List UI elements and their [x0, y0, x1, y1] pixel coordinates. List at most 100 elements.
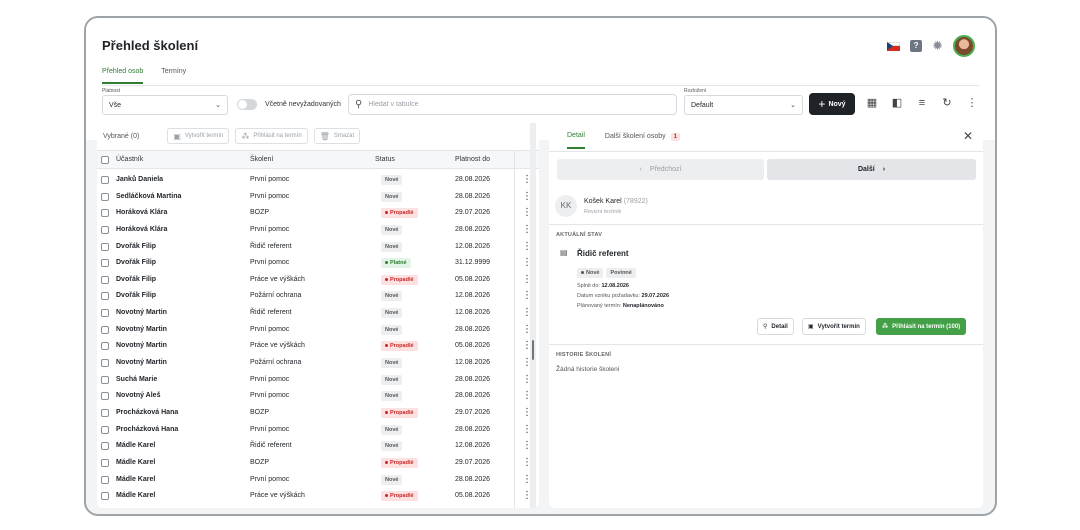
- table-row[interactable]: Novotný Martin První pomoc Nové 28.08.2026 ⋮: [97, 322, 539, 339]
- select-all-checkbox[interactable]: [101, 156, 109, 164]
- create-term-button[interactable]: ▣ Vytvořit termín: [167, 128, 230, 144]
- chevron-right-icon: ›: [882, 166, 886, 173]
- filter-icon[interactable]: ≡: [916, 96, 928, 110]
- new-button[interactable]: + Nový: [809, 93, 855, 115]
- table-row[interactable]: Horáková Klára BOZP Propadlé 29.07.2026 ⋮: [97, 205, 539, 222]
- platnost-label: Platnost: [102, 88, 121, 94]
- row-checkbox[interactable]: [101, 359, 109, 368]
- training-name: První pomoc: [250, 475, 290, 483]
- tab-terminy[interactable]: Termíny: [161, 68, 186, 84]
- training-name: První pomoc: [250, 259, 290, 267]
- table-row[interactable]: Dvořák Filip První pomoc Platné 31.12.9999 ⋮: [97, 255, 539, 272]
- close-icon[interactable]: ✕: [963, 129, 973, 143]
- row-checkbox[interactable]: [101, 492, 109, 501]
- delete-button[interactable]: 🗑 Smazat: [313, 128, 361, 144]
- row-checkbox[interactable]: [101, 442, 109, 451]
- participant-name: Mádle Karel: [116, 442, 156, 450]
- header-skoleni[interactable]: Školení: [250, 156, 273, 163]
- table-row[interactable]: Horáková Klára První pomoc Nové 28.08.2026 ⋮: [97, 222, 539, 239]
- row-checkbox[interactable]: [101, 408, 109, 417]
- search-input[interactable]: [368, 101, 649, 108]
- enroll-term-button[interactable]: ⁂ Přihlásit na termín (100): [876, 318, 967, 335]
- participant-name: Horáková Klára: [116, 225, 168, 233]
- table-row[interactable]: Dvořák Filip Požární ochrana Nové 12.08.202…: [97, 288, 539, 305]
- status-text: Propadlé: [390, 343, 414, 350]
- table-row[interactable]: Novotný Aleš První pomoc Nové 28.08.2026 ⋮: [97, 388, 539, 405]
- table-row[interactable]: Mádle Karel První pomoc Nové 28.08.2026 ⋮: [97, 472, 539, 489]
- row-checkbox[interactable]: [101, 275, 109, 284]
- more-icon[interactable]: ⋮: [966, 96, 978, 110]
- previous-button[interactable]: ‹ Předchozí: [557, 159, 764, 180]
- scroll-track[interactable]: [530, 123, 536, 508]
- help-icon[interactable]: ?: [910, 40, 923, 52]
- row-checkbox[interactable]: [101, 192, 109, 201]
- row-checkbox[interactable]: [101, 325, 109, 334]
- row-checkbox[interactable]: [101, 425, 109, 434]
- tab-prehled-osob[interactable]: Přehled osob: [102, 68, 144, 84]
- rozlozeni-select[interactable]: Default ⌄: [684, 95, 803, 115]
- row-checkbox[interactable]: [101, 242, 109, 251]
- dot-icon: [385, 261, 388, 265]
- row-checkbox[interactable]: [101, 458, 109, 467]
- refresh-icon[interactable]: ↻: [941, 96, 953, 110]
- header-status[interactable]: Status: [375, 156, 395, 163]
- row-checkbox[interactable]: [101, 259, 109, 268]
- training-name: První pomoc: [250, 425, 290, 433]
- row-checkbox[interactable]: [101, 392, 109, 401]
- training-name: První pomoc: [250, 225, 290, 233]
- status-text: Nové: [385, 376, 399, 383]
- enroll-button[interactable]: ⁂ Přihlásit na termín: [235, 128, 308, 144]
- table-row[interactable]: Dvořák Filip Řidič referent Nové 12.08.2026…: [97, 239, 539, 256]
- dot-icon: [385, 277, 388, 281]
- include-not-required-toggle[interactable]: [237, 99, 257, 110]
- row-checkbox[interactable]: [101, 475, 109, 484]
- person-id: (78922): [623, 198, 648, 205]
- status-text: Nové: [385, 310, 399, 317]
- row-checkbox[interactable]: [101, 292, 109, 301]
- status-text: Nové: [385, 177, 399, 183]
- calendar-icon[interactable]: ▦: [866, 96, 878, 110]
- table-row[interactable]: Sedláčková Martina První pomoc Nové 28.08.2…: [97, 189, 539, 206]
- row-checkbox[interactable]: [101, 375, 109, 384]
- table-row[interactable]: Suchá Marie První pomoc Nové 28.08.2026 ⋮: [97, 372, 539, 389]
- table-row[interactable]: Novotný Martin Řidič referent Nové 12.08.20…: [97, 305, 539, 322]
- avatar[interactable]: [953, 35, 975, 57]
- status-badge: Propadlé: [381, 457, 418, 468]
- tab-detail[interactable]: Detail: [567, 132, 585, 149]
- status-text: Nové: [385, 226, 399, 233]
- table-row[interactable]: Janků Daniela První pomoc Nové 28.08.2026 ⋮: [97, 172, 539, 189]
- row-checkbox[interactable]: [101, 176, 109, 184]
- row-checkbox[interactable]: [101, 309, 109, 318]
- header-platnost[interactable]: Platnost do: [455, 156, 490, 163]
- table-row[interactable]: Dvořák Filip Práce ve výškách Propadlé 05.0…: [97, 272, 539, 289]
- row-checkbox[interactable]: [101, 209, 109, 218]
- next-button[interactable]: Další ›: [767, 159, 976, 180]
- table-row[interactable]: Procházková Hana BOZP Propadlé 29.07.2026 ⋮: [97, 405, 539, 422]
- valid-until: 29.07.2026: [455, 458, 491, 466]
- theme-icon[interactable]: ✹: [932, 39, 943, 52]
- row-checkbox[interactable]: [101, 225, 109, 234]
- detail-button[interactable]: ⚲ Detail: [757, 318, 794, 335]
- calendar-icon: ▣: [808, 324, 814, 330]
- table-row[interactable]: Procházková Hana První pomoc Nové 28.08.202…: [97, 422, 539, 439]
- header-ucastnik[interactable]: Účastník: [116, 156, 143, 163]
- table-row[interactable]: Novotný Martin Práce ve výškách Propadlé 05…: [97, 338, 539, 355]
- table-row[interactable]: Mádle Karel BOZP Propadlé 29.07.2026 ⋮: [97, 455, 539, 472]
- columns-icon[interactable]: ◧: [891, 96, 903, 110]
- participant-name: Novotný Martin: [116, 309, 167, 317]
- platnost-filter: Platnost Vše ⌄: [102, 88, 228, 115]
- row-checkbox[interactable]: [101, 342, 109, 351]
- tab-other-trainings[interactable]: Další školení osoby 1: [605, 132, 680, 149]
- scrollbar[interactable]: [532, 340, 534, 360]
- table-row[interactable]: Mádle Karel Práce ve výškách Propadlé 05.08…: [97, 488, 539, 505]
- table-row[interactable]: Mádle Karel Řidič referent Nové 12.08.2026 ⋮: [97, 438, 539, 455]
- czech-flag-icon[interactable]: [887, 41, 901, 51]
- platnost-select[interactable]: Vše ⌄: [102, 95, 228, 115]
- status-badge: Propadlé: [381, 491, 418, 502]
- status-badge: Nové: [381, 374, 403, 385]
- training-name: BOZP: [250, 209, 270, 217]
- count-badge: 1: [670, 132, 680, 141]
- create-term-button[interactable]: ▣ Vytvořit termín: [802, 318, 866, 335]
- table-row[interactable]: Novotný Martin Požární ochrana Nové 12.08.2…: [97, 355, 539, 372]
- history-label: HISTORIE ŠKOLENÍ: [556, 352, 612, 358]
